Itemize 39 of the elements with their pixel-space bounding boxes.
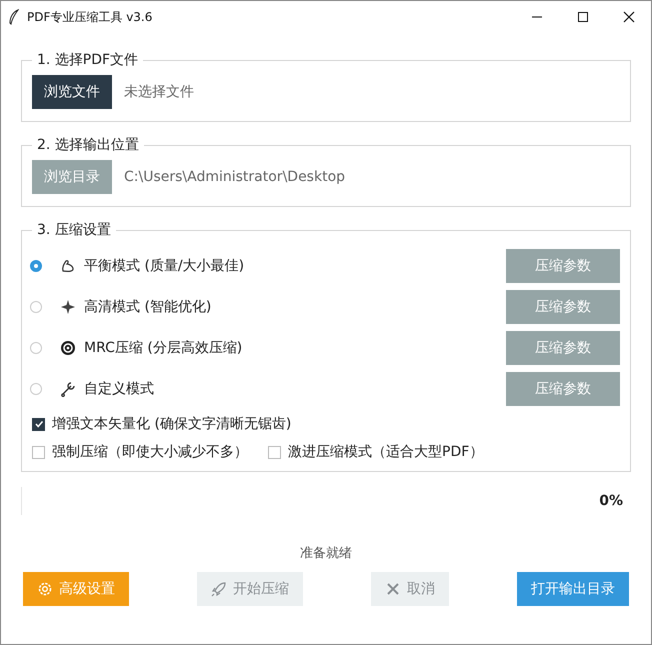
mode-label: 平衡模式 (质量/大小最佳)	[84, 256, 244, 274]
action-button[interactable]: 打开输出目录	[517, 572, 629, 606]
radio-button[interactable]	[30, 382, 42, 394]
mode-label: 自定义模式	[84, 380, 154, 398]
browse-button[interactable]: 浏览文件	[32, 75, 112, 109]
radio-button[interactable]	[30, 260, 42, 272]
parameters-button[interactable]: 压缩参数	[506, 330, 620, 364]
sparkle-icon	[60, 298, 76, 314]
rocket-icon	[211, 581, 227, 597]
window-title: PDF专业压缩工具 v3.6	[27, 8, 152, 26]
section-title: 3. 压缩设置	[36, 221, 112, 239]
checkbox[interactable]	[32, 446, 45, 458]
option-label: 增强文本矢量化 (确保文字清晰无锯齿)	[52, 415, 292, 433]
option-label: 激进压缩模式（适合大型PDF）	[288, 443, 484, 461]
parameters-button[interactable]: 压缩参数	[506, 372, 620, 406]
option-label: 强制压缩（即使大小减少不多）	[52, 443, 248, 461]
target-icon	[60, 340, 76, 356]
wrench-icon	[60, 380, 76, 396]
feather-icon	[9, 9, 19, 25]
action-button[interactable]: 高级设置	[23, 572, 129, 606]
close-icon[interactable]	[623, 11, 635, 23]
progress-percent: 0%	[598, 493, 623, 509]
checkbox[interactable]	[268, 446, 281, 458]
section-title: 1. 选择PDF文件	[36, 51, 140, 69]
mode-label: MRC压缩 (分层高效压缩)	[84, 338, 242, 356]
parameters-button[interactable]: 压缩参数	[506, 290, 620, 324]
mode-label: 高清模式 (智能优化)	[84, 298, 212, 316]
status-text: 准备就绪	[299, 545, 353, 562]
path-label: 未选择文件	[124, 83, 194, 101]
radio-button[interactable]	[30, 342, 42, 354]
close-icon	[385, 581, 401, 597]
path-label: C:\Users\Administrator\Desktop	[124, 169, 346, 185]
checkbox[interactable]	[32, 418, 45, 430]
browse-button[interactable]: 浏览目录	[32, 160, 112, 194]
parameters-button[interactable]: 压缩参数	[506, 248, 620, 282]
maximize-icon[interactable]	[577, 11, 589, 23]
gear-icon	[37, 581, 53, 597]
section-title: 2. 选择输出位置	[36, 136, 140, 154]
radio-button[interactable]	[30, 300, 42, 312]
